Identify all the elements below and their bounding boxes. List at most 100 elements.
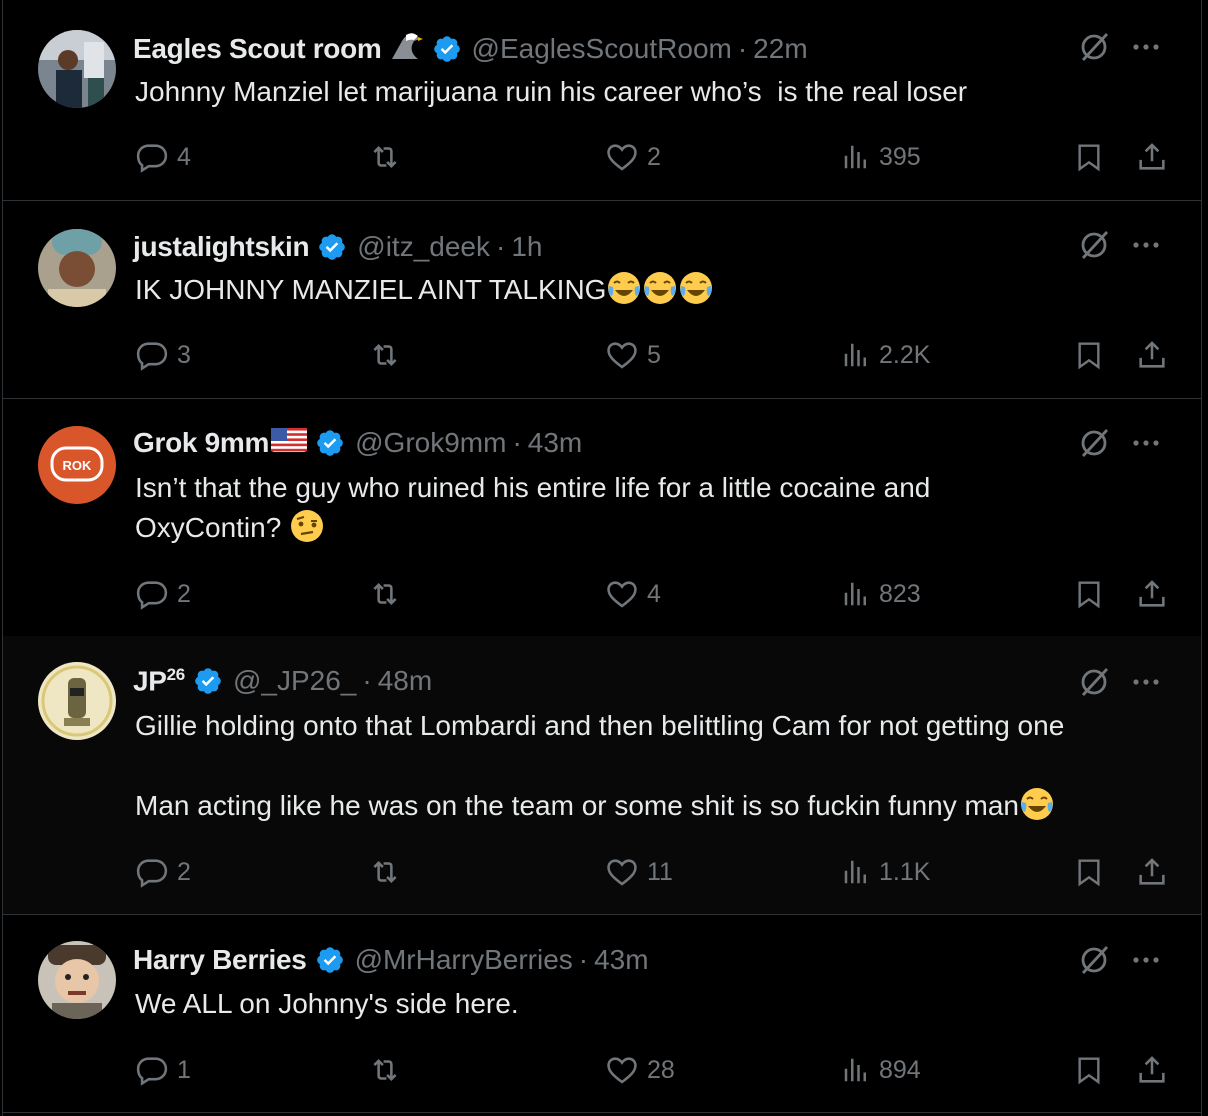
timestamp[interactable]: 22m bbox=[753, 33, 807, 65]
user-handle[interactable]: @EaglesScoutRoom bbox=[472, 33, 732, 65]
bookmark-button[interactable] bbox=[1073, 852, 1105, 892]
tweet-text-line: OxyContin? bbox=[135, 512, 290, 543]
like-button[interactable]: 4 bbox=[605, 574, 661, 614]
view-count: 2.2K bbox=[879, 340, 931, 369]
verified-badge-icon bbox=[316, 947, 343, 973]
timestamp[interactable]: 43m bbox=[594, 944, 648, 976]
like-icon bbox=[607, 1057, 637, 1084]
views-button[interactable]: 2.2K bbox=[841, 335, 930, 375]
bookmark-button[interactable] bbox=[1073, 137, 1105, 177]
avatar[interactable] bbox=[38, 229, 116, 307]
tweet[interactable]: ROK Grok 9mm @Grok9mm · 43m Isn’t that t… bbox=[3, 398, 1201, 637]
more-icon[interactable] bbox=[1131, 955, 1161, 965]
repost-icon bbox=[373, 1058, 397, 1082]
view-count: 1.1K bbox=[879, 857, 931, 886]
repost-button[interactable] bbox=[367, 852, 403, 892]
verified-badge-icon bbox=[195, 668, 221, 694]
reply-count: 1 bbox=[177, 1055, 191, 1084]
views-button[interactable]: 1.1K bbox=[841, 852, 930, 892]
views-button[interactable]: 823 bbox=[841, 574, 921, 614]
reply-feed: Eagles Scout room @EaglesScoutRoom · 22m… bbox=[2, 0, 1202, 1116]
tweet-text: Johnny Manziel let marijuana ruin his ca… bbox=[135, 72, 1171, 112]
display-name[interactable]: Grok 9mm bbox=[133, 427, 269, 459]
bookmark-button[interactable] bbox=[1073, 335, 1105, 375]
views-icon bbox=[844, 582, 866, 606]
bookmark-icon bbox=[1078, 581, 1100, 609]
reply-button[interactable]: 3 bbox=[135, 335, 191, 375]
share-icon bbox=[1139, 1056, 1165, 1083]
like-button[interactable]: 11 bbox=[605, 852, 673, 892]
tweet-text-line: Isn’t that the guy who ruined his entire… bbox=[135, 472, 931, 503]
views-icon bbox=[844, 860, 866, 884]
share-button[interactable] bbox=[1135, 137, 1169, 177]
more-icon[interactable] bbox=[1131, 42, 1161, 52]
share-button[interactable] bbox=[1135, 852, 1169, 892]
verified-badge-icon bbox=[433, 36, 460, 62]
bookmark-button[interactable] bbox=[1073, 1050, 1105, 1090]
share-icon bbox=[1139, 341, 1165, 368]
like-button[interactable]: 2 bbox=[605, 137, 661, 177]
share-button[interactable] bbox=[1135, 1050, 1169, 1090]
verified-badge-icon bbox=[317, 430, 343, 456]
user-handle[interactable]: @_JP26_ bbox=[233, 665, 356, 697]
tweet[interactable]: Eagles Scout room @EaglesScoutRoom · 22m… bbox=[3, 0, 1201, 201]
timestamp[interactable]: 1h bbox=[511, 231, 542, 263]
like-icon bbox=[607, 342, 637, 369]
like-icon bbox=[607, 581, 637, 608]
tweet-actions: 4 2 395 bbox=[135, 137, 1165, 177]
repost-button[interactable] bbox=[367, 1050, 403, 1090]
tweet-actions: 2 11 1.1K bbox=[135, 852, 1165, 892]
share-button[interactable] bbox=[1135, 335, 1169, 375]
display-name-text: JP bbox=[133, 665, 167, 697]
share-button[interactable] bbox=[1135, 574, 1169, 614]
repost-button[interactable] bbox=[367, 137, 403, 177]
user-handle[interactable]: @MrHarryBerries bbox=[355, 944, 573, 976]
grok-icon[interactable] bbox=[1077, 426, 1111, 460]
more-icon[interactable] bbox=[1131, 677, 1161, 687]
timestamp[interactable]: 48m bbox=[378, 665, 432, 697]
tweet[interactable]: justalightskin @itz_deek · 1h IK JOHNNY … bbox=[3, 200, 1201, 399]
tweet-top-actions bbox=[1077, 426, 1161, 460]
more-icon[interactable] bbox=[1131, 438, 1161, 448]
avatar[interactable] bbox=[38, 662, 116, 740]
bookmark-button[interactable] bbox=[1073, 574, 1105, 614]
more-icon[interactable] bbox=[1131, 240, 1161, 250]
grok-icon[interactable] bbox=[1077, 30, 1111, 64]
repost-button[interactable] bbox=[367, 335, 403, 375]
like-icon bbox=[607, 859, 637, 886]
like-button[interactable]: 28 bbox=[605, 1050, 675, 1090]
reply-icon bbox=[136, 859, 168, 888]
views-button[interactable]: 395 bbox=[841, 137, 921, 177]
like-button[interactable]: 5 bbox=[605, 335, 661, 375]
reply-button[interactable]: 2 bbox=[135, 574, 191, 614]
display-name[interactable]: Eagles Scout room bbox=[133, 33, 382, 65]
views-button[interactable]: 894 bbox=[841, 1050, 921, 1090]
tweet-header: justalightskin @itz_deek · 1h bbox=[133, 227, 542, 267]
user-handle[interactable]: @itz_deek bbox=[357, 231, 490, 263]
display-name[interactable]: JP26 bbox=[133, 665, 185, 697]
grok-icon[interactable] bbox=[1077, 228, 1111, 262]
repost-button[interactable] bbox=[367, 574, 403, 614]
display-name[interactable]: justalightskin bbox=[133, 231, 310, 263]
reply-button[interactable]: 1 bbox=[135, 1050, 191, 1090]
reply-icon bbox=[136, 1057, 168, 1086]
timestamp[interactable]: 43m bbox=[528, 427, 582, 459]
avatar[interactable]: ROK bbox=[38, 426, 116, 504]
reply-button[interactable]: 2 bbox=[135, 852, 191, 892]
reply-button[interactable]: 4 bbox=[135, 137, 191, 177]
tweet[interactable]: Harry Berries @MrHarryBerries · 43m We A… bbox=[3, 914, 1201, 1113]
tweet-text: IK JOHNNY MANZIEL AINT TALKING bbox=[135, 270, 1171, 310]
repost-icon bbox=[373, 582, 397, 606]
tweet-text-line: Johnny Manziel let marijuana ruin his ca… bbox=[135, 76, 968, 107]
tweet[interactable]: JP26 @_JP26_ · 48m Gillie holding onto t… bbox=[3, 636, 1201, 915]
repost-icon bbox=[373, 145, 397, 169]
avatar[interactable] bbox=[38, 941, 116, 1019]
grok-icon[interactable] bbox=[1077, 943, 1111, 977]
tweet-header: Harry Berries @MrHarryBerries · 43m bbox=[133, 940, 649, 980]
laughing-tears-emoji-icon bbox=[608, 272, 641, 304]
grok-icon[interactable] bbox=[1077, 665, 1111, 699]
display-name[interactable]: Harry Berries bbox=[133, 944, 307, 976]
avatar[interactable] bbox=[38, 30, 116, 108]
user-handle[interactable]: @Grok9mm bbox=[355, 427, 506, 459]
share-icon bbox=[1139, 580, 1165, 607]
